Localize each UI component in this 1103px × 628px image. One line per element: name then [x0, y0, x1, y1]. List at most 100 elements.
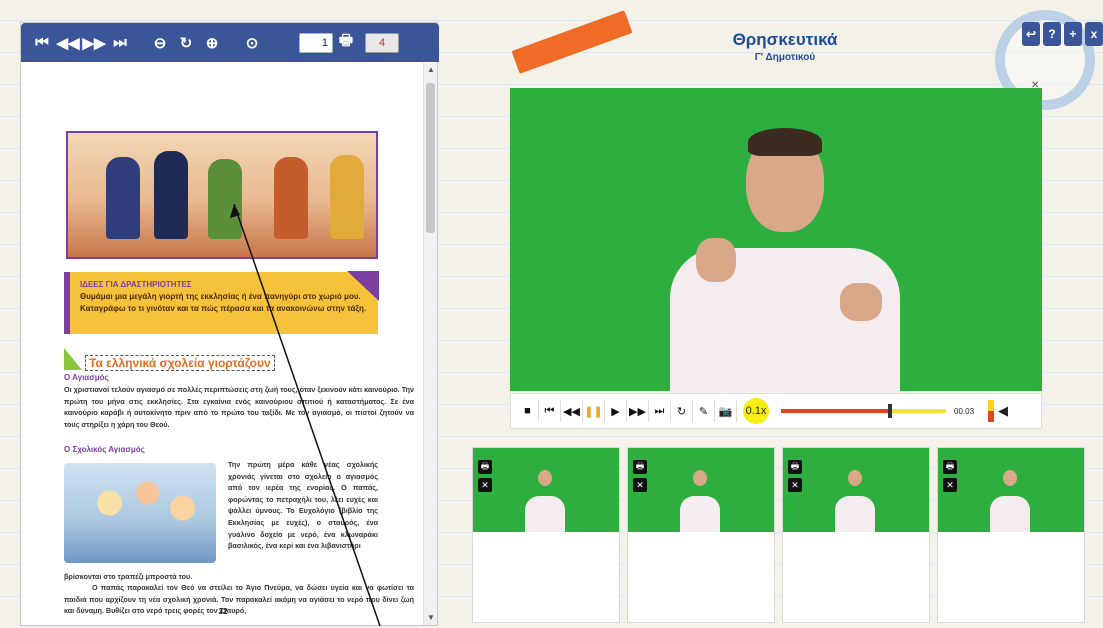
snapshot-thumbnail[interactable]: [473, 448, 619, 532]
fast-forward-button[interactable]: ▶▶: [627, 400, 649, 422]
print-button[interactable]: 🖶: [333, 30, 359, 56]
dancer-figure: [154, 151, 188, 239]
dancer-figure: [106, 157, 140, 239]
paragraph-table: βρίσκονται στο τραπέζι μπροστά του.: [64, 572, 193, 581]
signer-body: [680, 496, 720, 532]
signer-hair: [748, 128, 822, 156]
pause-icon: ❚❚: [584, 405, 603, 418]
snapshot-thumbnail[interactable]: [628, 448, 774, 532]
subheading-school-blessing: Ο Σχολικός Αγιασμός: [64, 445, 145, 454]
stop-icon: ■: [524, 405, 531, 417]
play-circle-icon: ⊙: [245, 34, 259, 52]
progress-fill: [781, 409, 890, 413]
document-toolbar: ⏮ ◀◀ ▶▶ ⏭ ⊖ ↻ ⊕ ⊙ 1 🖶 4: [21, 23, 439, 62]
stop-button[interactable]: ■: [517, 400, 539, 422]
speed-indicator[interactable]: 0.1x: [743, 398, 769, 424]
rewind-button[interactable]: ◀◀: [561, 400, 583, 422]
sign-language-video[interactable]: [510, 88, 1042, 391]
ruler-decoration: [511, 10, 633, 74]
edit-button[interactable]: ✎: [693, 400, 715, 422]
signer-head: [693, 470, 707, 486]
corner-controls: ↩ ? + x: [1022, 22, 1103, 46]
skip-back-button[interactable]: ⏮: [539, 400, 561, 422]
app-subtitle: Γ' Δημοτικού: [754, 52, 816, 63]
activity-ideas-box: ΙΔΕΕΣ ΓΙΑ ΔΡΑΣΤΗΡΙΟΤΗΤΕΣ Θυμάμαι μια μεγ…: [64, 271, 379, 334]
edit-icon: ✎: [698, 405, 709, 418]
remove-button[interactable]: ✕: [943, 478, 957, 492]
section-title[interactable]: Τα ελληνικά σχολεία γιορτάζουν: [85, 355, 275, 371]
scroll-thumb[interactable]: [426, 83, 435, 233]
activity-ideas-title: ΙΔΕΕΣ ΓΙΑ ΔΡΑΣΤΗΡΙΟΤΗΤΕΣ: [80, 280, 192, 289]
next-page-icon: ▶▶: [82, 34, 106, 52]
dancer-figure: [208, 159, 242, 239]
progress-handle[interactable]: [887, 404, 892, 418]
rotate-icon: ↻: [179, 34, 193, 52]
next-page-button[interactable]: ▶▶: [81, 30, 107, 56]
time-display: 00.03: [954, 406, 975, 416]
document-scrollbar[interactable]: ▲ ▼: [423, 63, 437, 625]
snapshot-thumbnail[interactable]: [783, 448, 929, 532]
back-button[interactable]: ↩: [1022, 22, 1040, 46]
signer-body: [525, 496, 565, 532]
help-button[interactable]: ?: [1043, 22, 1061, 46]
prev-page-icon: ◀◀: [56, 34, 80, 52]
page-number: 32: [218, 607, 228, 616]
snapshot-card: 🖶 ✕: [472, 447, 620, 623]
snapshot-card: 🖶 ✕: [937, 447, 1085, 623]
remove-button[interactable]: ✕: [478, 478, 492, 492]
printer-icon: 🖶: [790, 461, 800, 471]
volume-level[interactable]: [988, 400, 995, 422]
section-triangle-icon: [64, 348, 82, 370]
dancer-figure: [274, 157, 308, 239]
zoom-in-icon: ⊕: [205, 34, 219, 52]
snapshot-button[interactable]: 📷: [715, 400, 737, 422]
corner-flag-icon: [347, 271, 379, 301]
close-icon: ✕: [636, 479, 644, 490]
folk-dance-illustration: [66, 131, 378, 259]
skip-back-icon: ⏮: [544, 404, 555, 417]
scroll-up-icon[interactable]: ▲: [426, 65, 436, 75]
snapshot-card: 🖶 ✕: [782, 447, 930, 623]
print-button[interactable]: 🖶: [788, 460, 802, 474]
zoom-out-icon: ⊖: [153, 34, 167, 52]
first-page-button[interactable]: ⏮: [29, 30, 55, 56]
skip-forward-button[interactable]: ⏭: [649, 400, 671, 422]
print-button[interactable]: 🖶: [633, 460, 647, 474]
print-button[interactable]: 🖶: [478, 460, 492, 474]
speaker-icon[interactable]: ◀: [998, 403, 1008, 419]
printer-icon: 🖶: [338, 32, 354, 49]
close-icon: ✕: [946, 479, 954, 490]
subheading-blessing: Ο Αγιασμός: [64, 373, 109, 382]
remove-button[interactable]: ✕: [633, 478, 647, 492]
play-button[interactable]: ▶: [605, 400, 627, 422]
last-page-button[interactable]: ⏭: [107, 30, 133, 56]
signer-head: [1003, 470, 1017, 486]
prev-page-button[interactable]: ◀◀: [55, 30, 81, 56]
pause-button[interactable]: ❚❚: [583, 400, 605, 422]
snapshot-thumbnail[interactable]: [938, 448, 1084, 532]
camera-icon: 📷: [718, 405, 733, 418]
add-button[interactable]: +: [1064, 22, 1082, 46]
signer-body: [990, 496, 1030, 532]
signer-body: [835, 496, 875, 532]
dancer-figure: [330, 155, 364, 239]
rotate-button[interactable]: ↻: [173, 30, 199, 56]
snapshot-card: 🖶 ✕: [627, 447, 775, 623]
progress-bar[interactable]: [781, 404, 946, 418]
zoom-out-button[interactable]: ⊖: [147, 30, 173, 56]
paragraph-blessing: Οι χριστιανοί τελούν αγιασμό σε πολλές π…: [64, 385, 414, 429]
scroll-down-icon[interactable]: ▼: [426, 613, 436, 623]
print-button[interactable]: 🖶: [943, 460, 957, 474]
play-icon: ▶: [611, 405, 620, 418]
close-button[interactable]: x: [1085, 22, 1103, 46]
last-page-icon: ⏭: [113, 34, 127, 51]
signer-hand: [840, 283, 882, 321]
printer-icon: 🖶: [480, 461, 490, 471]
remove-button[interactable]: ✕: [788, 478, 802, 492]
page-number-input[interactable]: 1: [299, 32, 333, 53]
replay-button[interactable]: ↻: [671, 400, 693, 422]
zoom-in-button[interactable]: ⊕: [199, 30, 225, 56]
play-button[interactable]: ⊙: [239, 30, 265, 56]
document-page: ΙΔΕΕΣ ΓΙΑ ΔΡΑΣΤΗΡΙΟΤΗΤΕΣ Θυμάμαι μια μεγ…: [21, 63, 425, 625]
close-icon: ✕: [791, 479, 799, 490]
